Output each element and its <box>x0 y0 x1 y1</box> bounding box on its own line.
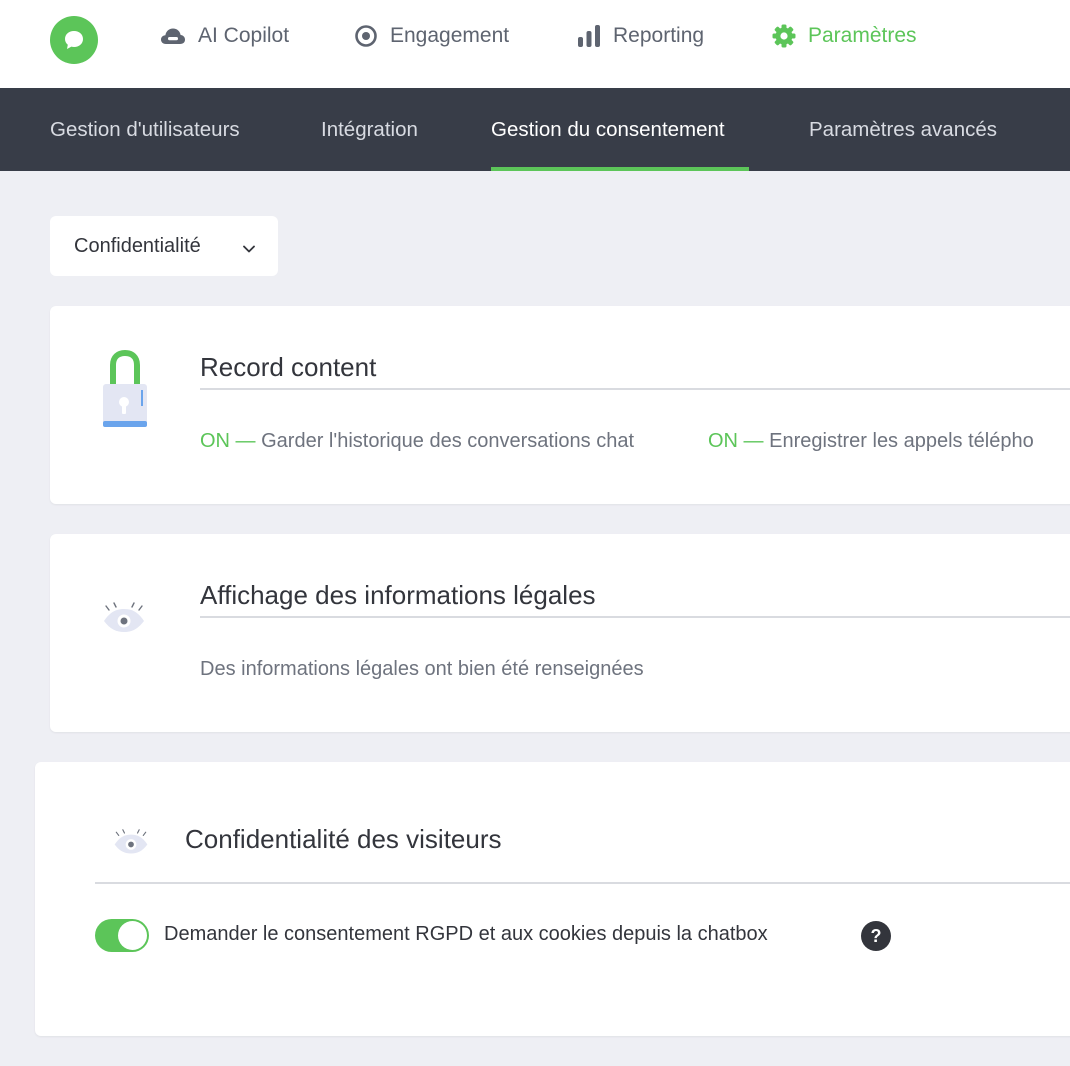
nav-ai-copilot-label: AI Copilot <box>198 24 290 47</box>
eye-icon <box>102 602 146 639</box>
record-content-divider <box>200 388 1070 390</box>
nav-ai-copilot[interactable]: AI Copilot <box>160 20 289 52</box>
nav-reporting-label: Reporting <box>613 24 705 47</box>
nav-reporting[interactable]: Reporting <box>577 20 704 52</box>
padlock-icon <box>102 349 148 435</box>
section-select[interactable]: Confidentialité <box>50 216 278 276</box>
tab-integration[interactable]: Intégration <box>321 88 418 171</box>
settings-subnav: Gestion d'utilisateurs Intégration Gesti… <box>0 88 1070 171</box>
record-chat-history-text: Garder l'historique des conversations ch… <box>261 430 635 452</box>
top-navigation: AI Copilot Engagement Reporting Paramètr… <box>0 0 1070 88</box>
nav-parametres[interactable]: Paramètres <box>772 20 917 52</box>
record-phone-calls-text: Enregistrer les appels télépho <box>769 430 1034 452</box>
gdpr-consent-toggle[interactable] <box>95 919 149 952</box>
visitor-privacy-card: Confidentialité des visiteurs Demander l… <box>35 762 1070 1036</box>
record-content-card: Record content ON — Garder l'historique … <box>50 306 1070 504</box>
toggle-knob <box>118 921 147 950</box>
bar-chart-icon <box>577 24 601 48</box>
nav-parametres-label: Paramètres <box>808 24 917 47</box>
record-content-title: Record content <box>200 352 377 382</box>
record-phone-on-badge: ON — <box>708 430 764 452</box>
chevron-down-icon <box>242 239 256 262</box>
gdpr-consent-label: Demander le consentement RGPD et aux coo… <box>164 923 768 945</box>
section-select-value: Confidentialité <box>74 234 201 257</box>
legal-info-card: Affichage des informations légales Des i… <box>50 534 1070 732</box>
target-icon <box>354 24 378 48</box>
eye-icon <box>113 828 149 861</box>
visitor-privacy-title: Confidentialité des visiteurs <box>185 824 502 854</box>
cloud-icon <box>160 26 186 46</box>
nav-engagement-label: Engagement <box>390 24 510 47</box>
record-chat-on-badge: ON — <box>200 430 256 452</box>
tab-parametres-avances[interactable]: Paramètres avancés <box>809 88 997 171</box>
legal-info-title: Affichage des informations légales <box>200 580 596 610</box>
record-phone-calls-status: ON — Enregistrer les appels télépho <box>708 430 1034 453</box>
logo-chat-icon[interactable] <box>50 16 98 64</box>
record-chat-history-status: ON — Garder l'historique des conversatio… <box>200 430 634 453</box>
visitor-privacy-divider <box>95 882 1070 884</box>
help-icon[interactable]: ? <box>861 921 891 951</box>
tab-gestion-utilisateurs[interactable]: Gestion d'utilisateurs <box>50 88 240 171</box>
nav-engagement[interactable]: Engagement <box>354 20 509 52</box>
legal-info-text: Des informations légales ont bien été re… <box>200 658 644 680</box>
legal-info-divider <box>200 616 1070 618</box>
tab-gestion-consentement[interactable]: Gestion du consentement <box>491 88 749 171</box>
gear-icon <box>772 24 796 48</box>
